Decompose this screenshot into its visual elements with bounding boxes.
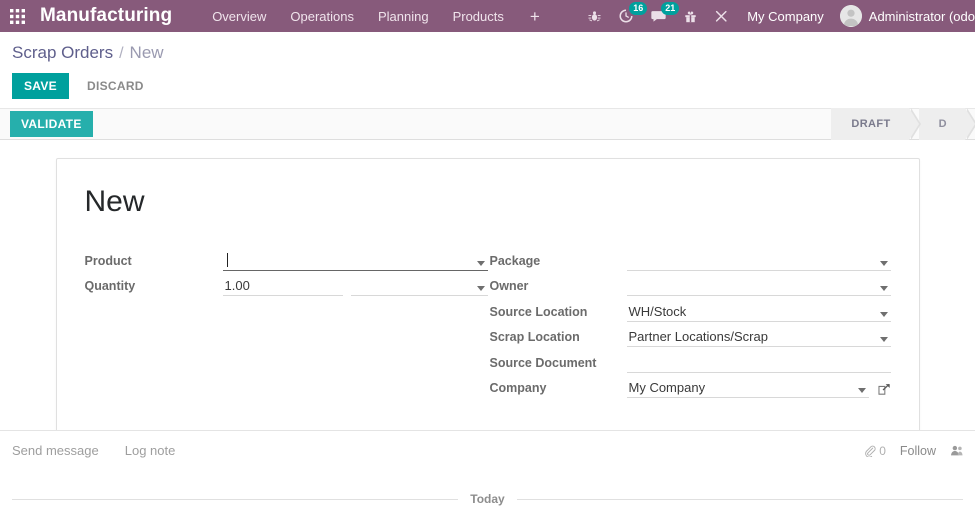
source-document-input[interactable]: [626, 353, 891, 373]
followers-people-icon[interactable]: [950, 444, 963, 457]
menu-item-overview[interactable]: Overview: [200, 3, 278, 30]
label-package: Package: [489, 253, 541, 268]
activity-clock-icon[interactable]: 16: [610, 0, 648, 32]
company-external-link-icon[interactable]: [877, 383, 891, 398]
chatter-toolbar: Send message Log note 0 Follow: [12, 443, 963, 458]
quantity-group: 1.00: [222, 276, 488, 296]
uom-input[interactable]: [350, 276, 488, 296]
control-panel: Scrap Orders / New SAVE DISCARD: [0, 32, 975, 108]
breadcrumb-parent-scrap-orders[interactable]: Scrap Orders: [12, 43, 113, 63]
product-input[interactable]: [222, 251, 488, 271]
send-message-button[interactable]: Send message: [12, 443, 99, 458]
label-product: Product: [84, 253, 132, 268]
label-company: Company: [489, 381, 547, 395]
breadcrumb-separator: /: [119, 45, 124, 62]
menu-item-operations[interactable]: Operations: [278, 3, 366, 30]
field-row-company: Company My Company: [489, 374, 891, 398]
form-sheet: New Product Quantity 1.00 Package Owner …: [55, 158, 920, 436]
package-dropdown-arrow-icon[interactable]: [879, 260, 888, 266]
company-input[interactable]: My Company: [626, 378, 869, 398]
messages-chat-icon[interactable]: 21: [642, 0, 680, 32]
status-pipeline: DRAFT D: [831, 108, 975, 140]
debug-bug-icon[interactable]: [579, 0, 610, 32]
field-row-source-document: Source Document: [490, 348, 891, 373]
source-location-input[interactable]: WH/Stock: [626, 302, 891, 322]
scrap-location-dropdown-arrow-icon[interactable]: [879, 337, 888, 342]
source-location-value: WH/Stock: [628, 303, 687, 319]
attachment-count: 0: [879, 443, 886, 458]
form-column-right: Package Owner Source Location WH/Stock S…: [488, 246, 891, 399]
log-note-button[interactable]: Log note: [125, 443, 176, 458]
company-value: My Company: [628, 380, 706, 395]
apps-grid-icon[interactable]: [0, 0, 34, 32]
source-location-dropdown-arrow-icon[interactable]: [879, 311, 888, 317]
validate-button[interactable]: VALIDATE: [10, 111, 93, 137]
separator-line-right: [516, 498, 964, 500]
page-title: New: [84, 185, 145, 218]
field-row-quantity: Quantity 1.00: [84, 272, 488, 296]
breadcrumb: Scrap Orders / New: [0, 32, 975, 65]
uom-dropdown-arrow-icon[interactable]: [476, 286, 485, 291]
breadcrumb-current-new: New: [129, 43, 164, 62]
status-stage-done[interactable]: D: [918, 108, 975, 140]
quantity-value: 1.00: [224, 278, 250, 293]
user-menu[interactable]: Administrator (odo: [834, 5, 975, 27]
separator-line-left: [12, 498, 459, 500]
menu-item-planning[interactable]: Planning: [366, 3, 441, 30]
field-row-source-location: Source Location WH/Stock: [490, 297, 891, 322]
form-sheet-area: New Product Quantity 1.00 Package Owner …: [0, 140, 975, 436]
menu-item-products[interactable]: Products: [441, 3, 516, 30]
user-name-label: Administrator (odo: [868, 8, 975, 24]
main-menu: Overview Operations Planning Products +: [200, 3, 554, 30]
scrap-location-value: Partner Locations/Scrap: [628, 329, 768, 344]
attachments-button[interactable]: 0: [864, 444, 886, 458]
scrap-location-input[interactable]: Partner Locations/Scrap: [626, 327, 891, 347]
form-column-left: Product Quantity 1.00: [85, 246, 488, 399]
follow-button[interactable]: Follow: [900, 444, 936, 458]
topbar-systray: 16 21 My Company Administrator (odo: [579, 0, 975, 32]
field-row-owner: Owner: [489, 272, 891, 296]
record-action-buttons: SAVE DISCARD: [0, 65, 975, 108]
label-quantity: Quantity: [84, 279, 136, 293]
current-company-label[interactable]: My Company: [737, 9, 834, 24]
app-brand-title[interactable]: Manufacturing: [40, 5, 172, 27]
label-scrap-location: Scrap Location: [489, 330, 580, 344]
save-button[interactable]: SAVE: [12, 73, 69, 99]
label-owner: Owner: [489, 279, 529, 293]
status-stage-draft[interactable]: DRAFT: [831, 108, 921, 140]
owner-input[interactable]: [626, 276, 891, 296]
label-source-location: Source Location: [489, 304, 588, 319]
today-separator: Today: [0, 492, 975, 506]
company-dropdown-arrow-icon[interactable]: [857, 388, 866, 393]
form-grid: Product Quantity 1.00 Package Owner Sour…: [85, 246, 891, 399]
field-row-package: Package: [490, 246, 891, 271]
statusbar-row: VALIDATE DRAFT D: [0, 108, 975, 140]
avatar: [839, 5, 862, 27]
field-row-product: Product: [85, 246, 488, 271]
top-navbar: Manufacturing Overview Operations Planni…: [0, 0, 975, 32]
label-source-document: Source Document: [489, 355, 597, 370]
paperclip-icon: [865, 445, 876, 457]
gift-icon[interactable]: [675, 0, 706, 32]
chatter: Send message Log note 0 Follow Today: [0, 430, 975, 506]
package-input[interactable]: [626, 251, 891, 271]
owner-dropdown-arrow-icon[interactable]: [879, 286, 888, 291]
add-menu-plus-icon[interactable]: +: [516, 6, 554, 27]
field-row-scrap-location: Scrap Location Partner Locations/Scrap: [489, 323, 891, 347]
text-caret: [226, 253, 228, 267]
discard-button[interactable]: DISCARD: [75, 73, 156, 99]
tools-wrench-icon[interactable]: [706, 0, 737, 32]
today-label: Today: [470, 492, 505, 506]
chatter-right-tools: 0 Follow: [864, 444, 963, 458]
quantity-input[interactable]: 1.00: [222, 276, 343, 296]
product-dropdown-arrow-icon[interactable]: [476, 260, 485, 266]
